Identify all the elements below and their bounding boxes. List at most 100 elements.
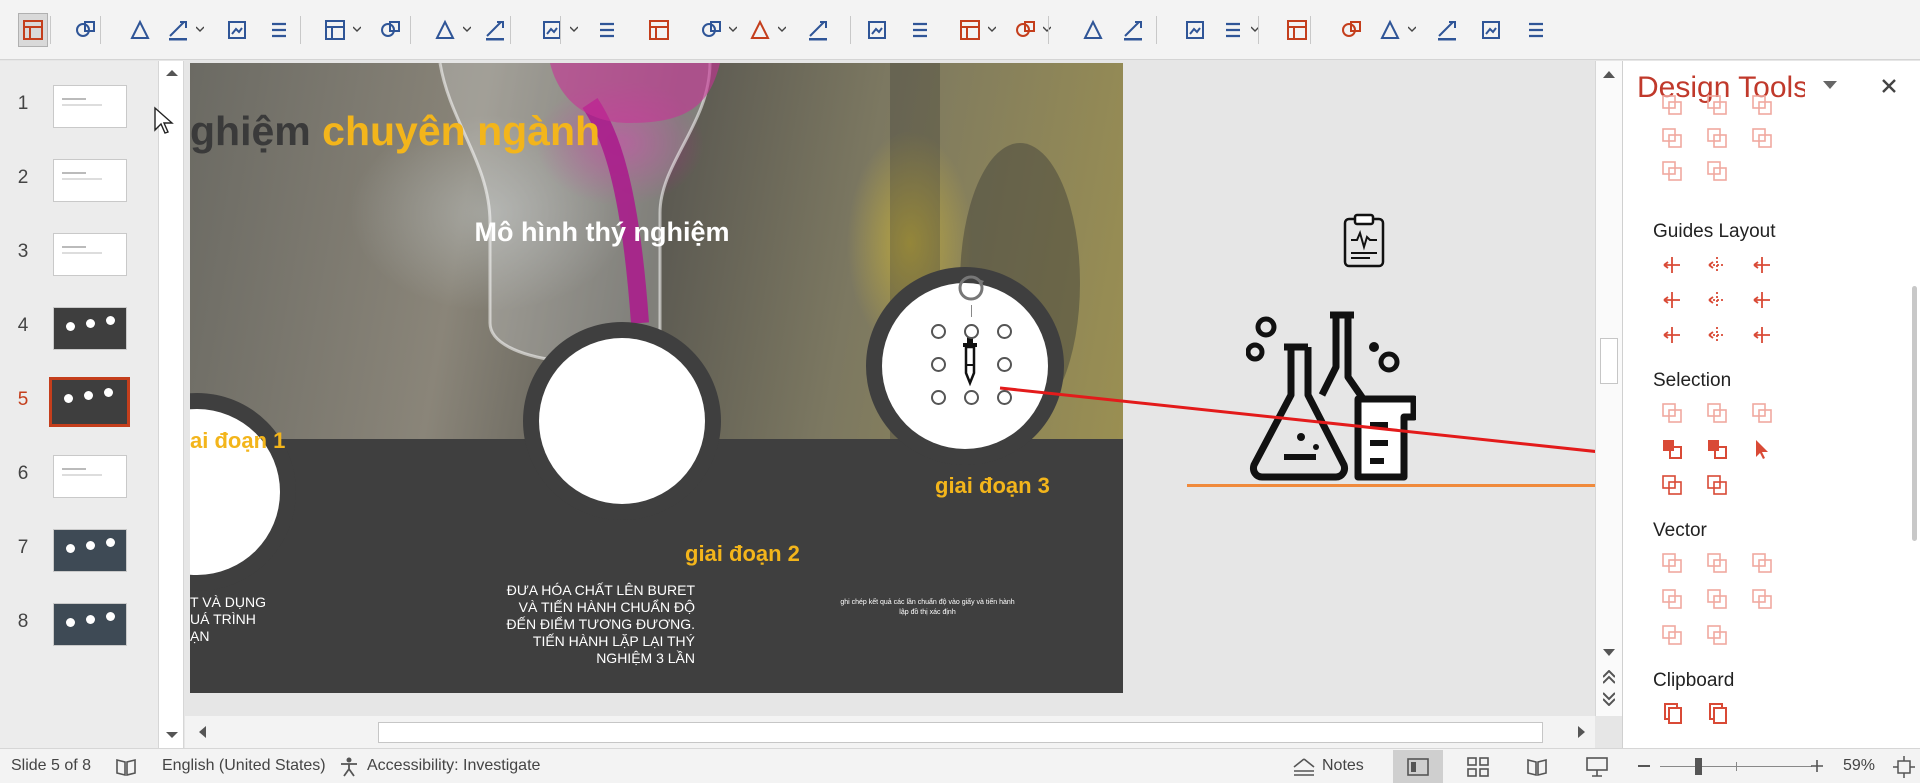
- slide-thumbnail-6[interactable]: 6: [0, 453, 158, 513]
- slideshow-icon[interactable]: [1586, 756, 1608, 778]
- orange-divider-line[interactable]: [1187, 484, 1595, 487]
- arrange-tool-1-2[interactable]: [1703, 91, 1731, 119]
- shape-options-button[interactable]: [745, 13, 786, 47]
- zoom-slider-thumb[interactable]: [1695, 758, 1702, 775]
- guide-tool-6-3[interactable]: [1748, 321, 1776, 349]
- picture-format-button[interactable]: [264, 13, 294, 47]
- selection-handle[interactable]: [931, 390, 946, 405]
- selection-handle[interactable]: [997, 324, 1012, 339]
- slide-thumbnail-preview[interactable]: [53, 603, 127, 646]
- next-slide-button[interactable]: [1600, 690, 1618, 708]
- select-tool-8-1[interactable]: [1658, 435, 1686, 463]
- vector-tool-10-2[interactable]: [1703, 549, 1731, 577]
- lab-flasks-icon[interactable]: [1246, 307, 1416, 487]
- selection-handle[interactable]: [964, 390, 979, 405]
- layer-button[interactable]: [1078, 13, 1108, 47]
- scroll-down-button[interactable]: [1600, 644, 1618, 662]
- dropdown-chevron-icon[interactable]: [778, 25, 786, 33]
- layout-button[interactable]: [18, 13, 48, 47]
- vector-tool-11-3[interactable]: [1748, 585, 1776, 613]
- select-tool-9-2[interactable]: [1703, 471, 1731, 499]
- guide-tool-4-3[interactable]: [1748, 251, 1776, 279]
- notes-icon[interactable]: [1292, 757, 1316, 777]
- guide-tool-4-2[interactable]: [1703, 251, 1731, 279]
- rotate-button[interactable]: [1375, 13, 1416, 47]
- stage1-label[interactable]: ai đoạn 1: [190, 428, 285, 454]
- guide-tool-6-1[interactable]: [1658, 321, 1686, 349]
- selection-handle[interactable]: [997, 390, 1012, 405]
- arrange-tool-2-3[interactable]: [1748, 124, 1776, 152]
- stage2-label[interactable]: giai đoạn 2: [685, 541, 800, 567]
- export-button[interactable]: [70, 13, 100, 47]
- pane-scroll-thumb[interactable]: [1912, 286, 1917, 541]
- language-indicator[interactable]: English (United States): [162, 757, 326, 775]
- arrange-tool-3-2[interactable]: [1703, 157, 1731, 185]
- slide-thumbnail-2[interactable]: 2: [0, 157, 158, 217]
- slide-subtitle[interactable]: Mô hình thý nghiệm: [422, 217, 782, 248]
- canvas-vertical-scrollbar[interactable]: [1595, 61, 1622, 716]
- capture-button[interactable]: [1282, 13, 1312, 47]
- pane-options-chevron-icon[interactable]: [1823, 81, 1837, 91]
- dropdown-chevron-icon[interactable]: [570, 25, 578, 33]
- photo-album-button[interactable]: [1476, 13, 1506, 47]
- selection-handle[interactable]: [997, 357, 1012, 372]
- guide-tool-5-2[interactable]: [1703, 286, 1731, 314]
- eyedropper-button[interactable]: [375, 13, 405, 47]
- vector-tool-12-2[interactable]: [1703, 621, 1731, 649]
- slide-thumbnail-7[interactable]: 7: [0, 527, 158, 587]
- fit-to-window-icon[interactable]: [1893, 756, 1915, 778]
- line-color-button[interactable]: [537, 13, 578, 47]
- dropdown-chevron-icon[interactable]: [463, 25, 471, 33]
- notes-page-button[interactable]: [1336, 13, 1366, 47]
- clipboard-icon[interactable]: [1342, 213, 1386, 269]
- previous-slide-button[interactable]: [1600, 668, 1618, 686]
- stage1-description[interactable]: t và dụng uá trình ạn: [190, 594, 270, 645]
- vertical-scroll-thumb[interactable]: [1600, 338, 1618, 384]
- notes-button[interactable]: Notes: [1322, 757, 1364, 775]
- stage2-description[interactable]: ĐƯA HÓA CHẤT LÊN BURET VÀ TIẾN HÀNH CHUẨ…: [465, 582, 695, 667]
- slide-thumbnail-preview[interactable]: [53, 455, 127, 498]
- spelling-check-icon[interactable]: [115, 757, 137, 777]
- normal-view-button[interactable]: [1393, 750, 1443, 783]
- slide[interactable]: ghiệm chuyên ngành Mô hình thý nghiệm ai…: [190, 63, 1123, 693]
- dropdown-chevron-icon[interactable]: [1043, 25, 1051, 33]
- text-box-button[interactable]: [125, 13, 155, 47]
- picture-button[interactable]: [905, 13, 935, 47]
- line-eyedropper-button[interactable]: [592, 13, 622, 47]
- slide-thumbnail-preview[interactable]: [53, 233, 127, 276]
- selection-handle[interactable]: [964, 324, 979, 339]
- select-tool-8-2[interactable]: [1703, 435, 1731, 463]
- arrange-tool-2-2[interactable]: [1703, 124, 1731, 152]
- dropdown-chevron-icon[interactable]: [988, 25, 996, 33]
- slide-thumbnail-5[interactable]: 5: [0, 377, 158, 439]
- horizontal-scroll-thumb[interactable]: [378, 722, 1543, 743]
- slide-sorter-icon[interactable]: [1467, 757, 1489, 777]
- select-tool-7-3[interactable]: [1748, 399, 1776, 427]
- crop-button[interactable]: [862, 13, 892, 47]
- vector-tool-10-1[interactable]: [1658, 549, 1686, 577]
- vector-tool-11-2[interactable]: [1703, 585, 1731, 613]
- change-shape-button[interactable]: [696, 13, 737, 47]
- stage3-description[interactable]: ghi chép kết quả các lần chuẩn độ vào gi…: [825, 598, 1030, 618]
- pane-scrollbar[interactable]: [1910, 151, 1920, 748]
- rotate-handle-icon[interactable]: [954, 271, 988, 305]
- more-button[interactable]: [1521, 13, 1551, 47]
- image-button[interactable]: [1432, 13, 1462, 47]
- select-tool-7-1[interactable]: [1658, 399, 1686, 427]
- clipboard-tool-13-1[interactable]: [1658, 699, 1686, 727]
- stage2-circle[interactable]: [523, 322, 721, 520]
- slide-canvas[interactable]: ghiệm chuyên ngành Mô hình thý nghiệm ai…: [185, 61, 1595, 716]
- vector-tool-10-3[interactable]: [1748, 549, 1776, 577]
- selection-handle[interactable]: [931, 357, 946, 372]
- selection-handle[interactable]: [931, 324, 946, 339]
- slide-title[interactable]: ghiệm chuyên ngành: [190, 108, 600, 155]
- layout-grid-button[interactable]: [1218, 13, 1259, 47]
- thumbnails-scrollbar[interactable]: [158, 61, 184, 748]
- scroll-up-button[interactable]: [1600, 65, 1618, 83]
- guide-tool-4-1[interactable]: [1658, 251, 1686, 279]
- reset-button[interactable]: [803, 13, 833, 47]
- slide-size-button[interactable]: [1180, 13, 1210, 47]
- accessibility-icon[interactable]: [338, 756, 360, 778]
- slide-thumbnail-3[interactable]: 3: [0, 231, 158, 291]
- spacing-button[interactable]: [1118, 13, 1148, 47]
